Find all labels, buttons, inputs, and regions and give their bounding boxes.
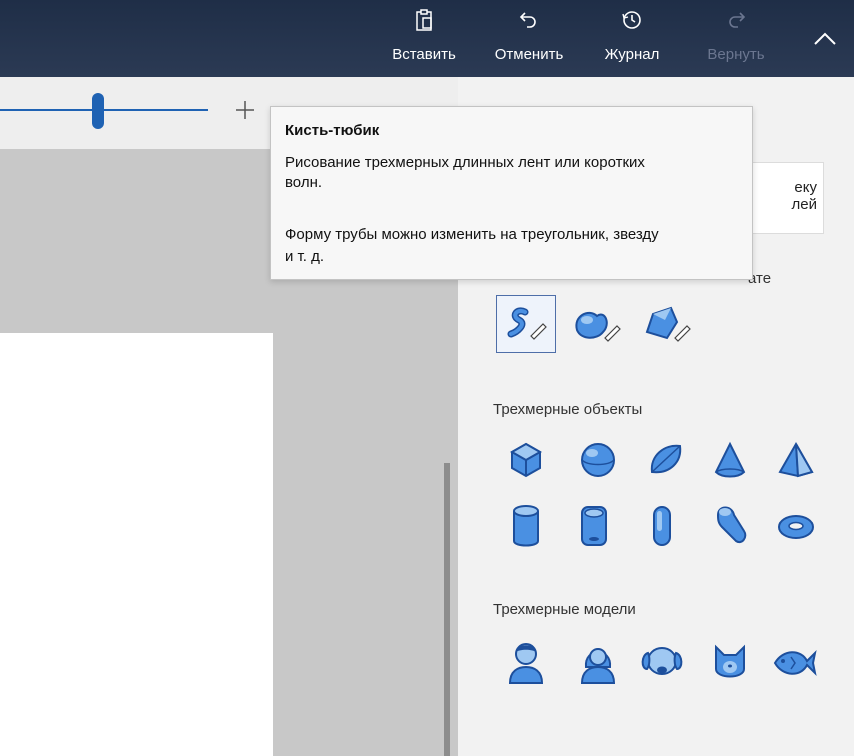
- tube-brush-icon: [507, 307, 547, 340]
- man-icon: [508, 643, 544, 684]
- tooltip-line-4: и т. д.: [285, 248, 325, 265]
- capsule-icon: [653, 506, 671, 546]
- thickness-slider-thumb[interactable]: [92, 93, 104, 129]
- cone-icon: [714, 441, 746, 478]
- paste-button[interactable]: Вставить: [384, 0, 464, 77]
- canvas-sheet[interactable]: [0, 333, 273, 756]
- paste-icon: [384, 8, 464, 34]
- dog-icon: [641, 647, 683, 675]
- sphere-button[interactable]: [570, 432, 626, 488]
- tube-brush-tooltip: Кисть-тюбик Рисование трехмерных длинных…: [270, 106, 753, 280]
- redo-icon: [696, 8, 776, 34]
- thickness-slider-track[interactable]: [0, 109, 208, 111]
- redo-button[interactable]: Вернуть: [696, 0, 776, 77]
- collapse-chevron-up-icon[interactable]: [808, 22, 842, 56]
- redo-label: Вернуть: [707, 46, 765, 63]
- soft-edge-doodle-icon: [575, 311, 621, 342]
- models-section-title: Трехмерные модели: [493, 601, 636, 618]
- cube-button[interactable]: [498, 432, 554, 488]
- dog-model-button[interactable]: [634, 634, 690, 690]
- tooltip-line-2: волн.: [285, 174, 323, 191]
- fish-model-button[interactable]: [766, 634, 822, 690]
- hemisphere-button[interactable]: [638, 432, 694, 488]
- history-label: Журнал: [604, 46, 660, 63]
- pyramid-button[interactable]: [768, 432, 824, 488]
- torus-button[interactable]: [768, 498, 824, 554]
- undo-icon: [484, 8, 574, 34]
- history-icon: [592, 8, 672, 34]
- sharp-edge-doodle-icon: [645, 306, 691, 342]
- capsule-button[interactable]: [634, 498, 690, 554]
- cube-icon: [509, 442, 543, 478]
- cat-icon: [715, 644, 745, 678]
- library-label-line2: лей: [791, 196, 817, 213]
- man-model-button[interactable]: [498, 634, 554, 690]
- history-button[interactable]: Журнал: [592, 0, 672, 77]
- tooltip-line-3: Форму трубы можно изменить на треугольни…: [285, 226, 659, 243]
- fish-icon: [773, 649, 817, 677]
- tooltip-title: Кисть-тюбик: [285, 122, 380, 139]
- curved-tube-button[interactable]: [702, 498, 758, 554]
- cylinder-button[interactable]: [498, 498, 554, 554]
- cone-button[interactable]: [702, 432, 758, 488]
- torus-icon: [778, 515, 814, 539]
- sphere-icon: [581, 443, 615, 477]
- hemisphere-icon: [650, 444, 682, 474]
- tube-brush-tool[interactable]: [496, 295, 556, 353]
- increase-plus-icon[interactable]: [232, 97, 258, 123]
- woman-icon: [580, 648, 616, 684]
- undo-label: Отменить: [494, 46, 564, 63]
- paste-label: Вставить: [392, 46, 456, 63]
- pyramid-icon: [778, 441, 814, 478]
- woman-model-button[interactable]: [570, 634, 626, 690]
- vertical-scrollbar[interactable]: [444, 463, 450, 756]
- cat-model-button[interactable]: [702, 634, 758, 690]
- cylinder-icon: [513, 505, 539, 547]
- tube-button[interactable]: [566, 498, 622, 554]
- library-label-line1: еку: [794, 179, 817, 196]
- tooltip-line-1: Рисование трехмерных длинных лент или ко…: [285, 154, 645, 171]
- tube-icon: [581, 506, 607, 546]
- undo-button[interactable]: Отменить: [484, 0, 574, 77]
- soft-edge-doodle-tool[interactable]: [566, 295, 626, 353]
- sharp-edge-doodle-tool[interactable]: [636, 295, 696, 353]
- curved-tube-icon: [716, 506, 747, 543]
- objects-section-title: Трехмерные объекты: [493, 401, 643, 418]
